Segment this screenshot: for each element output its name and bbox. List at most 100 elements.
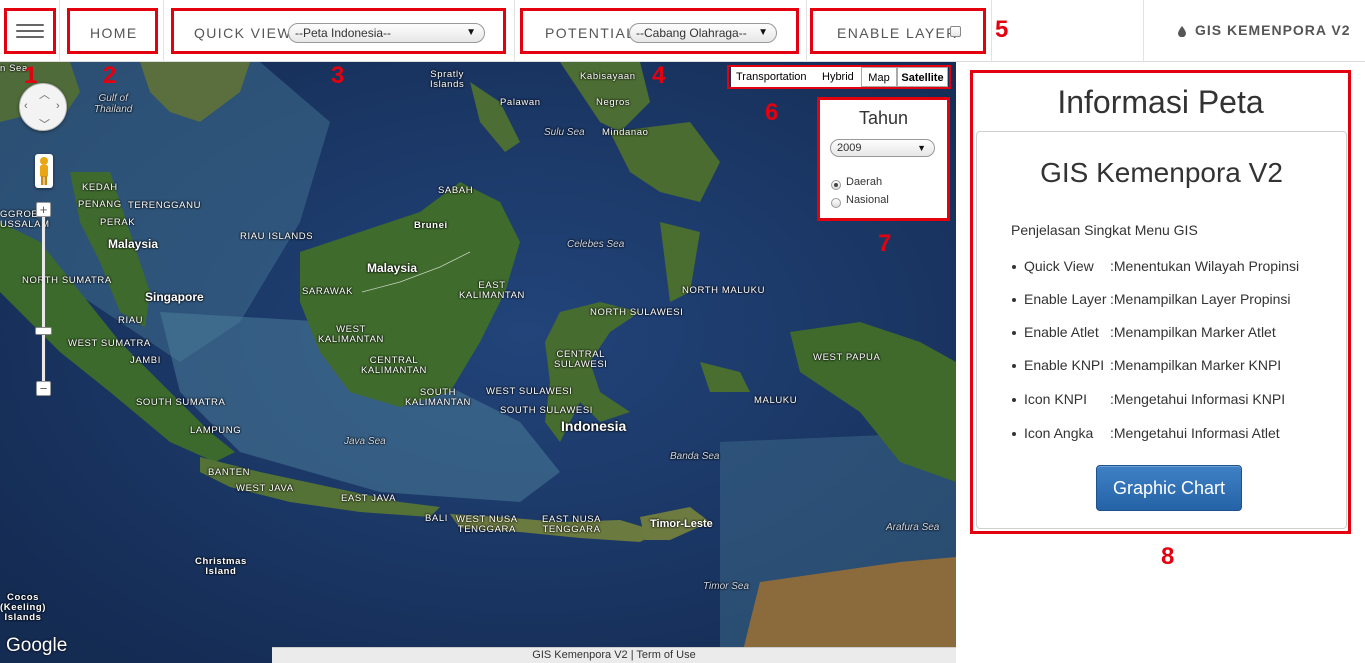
map-footer[interactable]: GIS Kemenpora V2 | Term of Use	[272, 647, 956, 663]
list-item-desc: :Menampilkan Marker Atlet	[1110, 324, 1276, 340]
pan-right-icon[interactable]: ›	[56, 100, 60, 112]
info-card-title: GIS Kemenpora V2	[1040, 157, 1283, 188]
street-view-pegman-icon[interactable]	[35, 154, 53, 188]
enable-layer-checkbox[interactable]	[950, 26, 961, 37]
map-label: EAST KALIMANTAN	[459, 280, 526, 301]
home-label: HOME	[90, 25, 138, 41]
pan-up-icon[interactable]: ︿	[39, 86, 50, 102]
map-label: Kabisayaan	[580, 71, 636, 82]
map-label: Java Sea	[344, 436, 386, 447]
map-label: SABAH	[438, 185, 474, 196]
pan-down-icon[interactable]: ﹀	[39, 116, 50, 132]
footer-text: GIS Kemenpora V2 | Term of Use	[532, 649, 696, 661]
map-label: Timor Sea	[703, 581, 750, 592]
map-pan-control[interactable]: ︿ ﹀ ‹ ›	[19, 83, 67, 131]
dropdown-arrow-icon: ▼	[466, 27, 476, 38]
map-type-transportation[interactable]: Transportation	[731, 67, 817, 87]
map-label: BALI	[425, 513, 448, 524]
list-item-name: Quick View	[1024, 258, 1094, 274]
map-label: Spratly Islands	[430, 69, 465, 90]
map-label: MALUKU	[754, 395, 798, 406]
quick-view-select[interactable]: --Peta Indonesia-- ▼	[288, 23, 485, 43]
zoom-slider-track[interactable]	[42, 212, 45, 388]
quick-view-value: --Peta Indonesia--	[295, 26, 392, 40]
droplet-icon	[1178, 24, 1186, 38]
map-label: BANTEN	[208, 467, 251, 478]
menu-toggle-button[interactable]	[4, 8, 56, 54]
map-label: SOUTH KALIMANTAN	[405, 387, 472, 408]
bullet-icon	[1012, 298, 1016, 302]
map-label: RIAU	[118, 315, 144, 326]
annotation-number: 7	[878, 230, 892, 257]
enable-layer-label: ENABLE LAYER	[837, 25, 958, 41]
dropdown-arrow-icon: ▼	[917, 143, 926, 153]
list-item-desc: :Menampilkan Layer Propinsi	[1110, 291, 1291, 307]
top-navbar: HOME QUICK VIEW --Peta Indonesia-- ▼ POT…	[0, 0, 1365, 62]
map-label: TERENGGANU	[128, 200, 202, 211]
zoom-out-button[interactable]: −	[36, 381, 51, 396]
quick-view-label: QUICK VIEW	[194, 25, 293, 41]
map-label: Celebes Sea	[567, 239, 625, 250]
map-label: Malaysia	[367, 261, 418, 275]
list-item-name: Icon KNPI	[1024, 391, 1088, 407]
potential-select[interactable]: --Cabang Olahraga-- ▼	[629, 23, 777, 43]
bullet-icon	[1012, 364, 1016, 368]
map-label: Banda Sea	[670, 451, 720, 462]
map-label: Negros	[596, 97, 631, 108]
map-label: Palawan	[500, 97, 541, 108]
map-label: JAMBI	[130, 355, 161, 366]
tahun-year-select[interactable]: 2009 ▼	[830, 139, 935, 157]
map-label: SARAWAK	[302, 286, 354, 297]
zoom-slider-handle[interactable]	[35, 327, 52, 335]
list-item-desc: :Menentukan Wilayah Propinsi	[1110, 258, 1300, 274]
tahun-panel: Tahun 2009 ▼ Daerah Nasional	[817, 97, 950, 221]
map-label: EAST JAVA	[341, 493, 397, 504]
map-label: WEST NUSA TENGGARA	[456, 514, 518, 535]
bullet-icon	[1012, 331, 1016, 335]
list-item-name: Enable KNPI	[1024, 357, 1105, 373]
nav-divider	[806, 0, 807, 62]
annotation-number: 5	[995, 16, 1009, 43]
radio-nasional[interactable]	[831, 198, 841, 208]
potential-label: POTENTIAL	[545, 25, 636, 41]
map-label: Cocos (Keeling) Islands	[0, 592, 47, 623]
pan-left-icon[interactable]: ‹	[24, 100, 28, 112]
map-label: WEST SULAWESI	[486, 386, 573, 397]
radio-daerah[interactable]	[831, 180, 841, 190]
map-label: Christmas Island	[195, 556, 247, 577]
map-label: KEDAH	[82, 182, 118, 193]
map-label: RIAU ISLANDS	[240, 231, 314, 242]
map-label: Gulf of Thailand	[94, 93, 133, 115]
hamburger-icon	[16, 24, 44, 38]
home-link[interactable]: HOME	[67, 8, 158, 54]
potential-value: --Cabang Olahraga--	[636, 26, 747, 40]
annotation-number: 8	[1161, 543, 1175, 570]
list-item-desc: :Mengetahui Informasi KNPI	[1110, 391, 1286, 407]
enable-layer-group: ENABLE LAYER	[810, 8, 986, 54]
map-label: NORTH SULAWESI	[590, 307, 684, 318]
zoom-in-button[interactable]: +	[36, 202, 51, 217]
map-label: CENTRAL SULAWESI	[554, 349, 608, 370]
bullet-icon	[1012, 265, 1016, 269]
map-label: WEST PAPUA	[813, 352, 881, 363]
graphic-chart-button[interactable]: Graphic Chart	[1096, 465, 1242, 511]
annotation-number: 1	[24, 62, 38, 89]
google-logo: Google	[6, 635, 68, 656]
nav-divider	[991, 0, 992, 62]
map-label: Indonesia	[561, 418, 627, 434]
list-item-desc: :Menampilkan Marker KNPI	[1110, 357, 1282, 373]
map-type-map[interactable]: Map	[861, 67, 897, 87]
map-label: Singapore	[145, 290, 204, 304]
annotation-number: 4	[652, 62, 666, 89]
map-label: Mindanao	[602, 127, 649, 138]
map-type-satellite[interactable]: Satellite	[897, 67, 948, 87]
map-type-hybrid[interactable]: Hybrid	[817, 67, 861, 87]
map-label: WEST SUMATRA	[68, 338, 151, 349]
map-label: EAST NUSA TENGGARA	[542, 514, 602, 535]
bullet-icon	[1012, 432, 1016, 436]
satellite-map[interactable]: n Sea Gulf of Thailand Spratly Islands K…	[0, 62, 956, 663]
radio-nasional-label: Nasional	[846, 194, 889, 206]
info-title: Informasi Peta	[1057, 84, 1264, 120]
dropdown-arrow-icon: ▼	[758, 27, 768, 38]
nav-divider	[1143, 0, 1144, 62]
